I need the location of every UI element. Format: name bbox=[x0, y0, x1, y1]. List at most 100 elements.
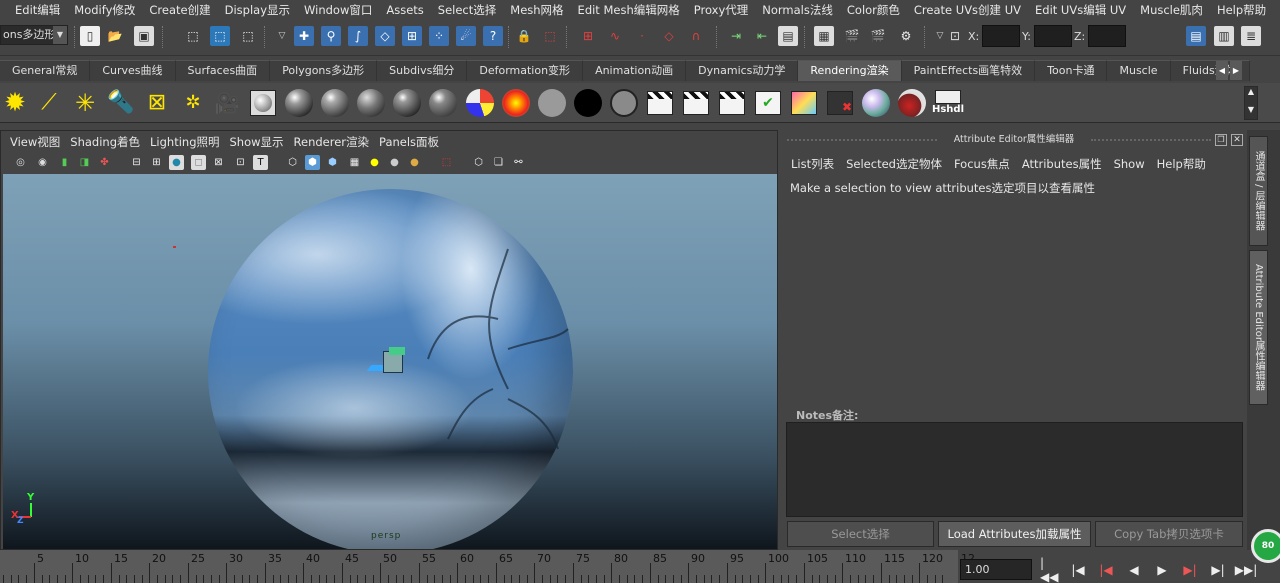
paint-brush-icon[interactable] bbox=[897, 88, 927, 118]
xray-components-icon[interactable]: ⚯ bbox=[511, 155, 526, 170]
select-by-component-icon[interactable]: ⬚ bbox=[238, 26, 258, 46]
attribute-editor-menu-item[interactable]: List列表 bbox=[785, 156, 840, 172]
menu-item[interactable]: Edit Mesh编辑网格 bbox=[571, 2, 687, 18]
select-by-object-type-icon[interactable]: ⬚ bbox=[210, 26, 230, 46]
snap-to-grid-icon[interactable]: ⊞ bbox=[578, 26, 598, 46]
high-quality-icon[interactable]: ● bbox=[407, 155, 422, 170]
ambient-light-icon[interactable]: ✹ bbox=[0, 88, 30, 118]
shelf-tab[interactable]: Dynamics动力学 bbox=[686, 60, 799, 81]
menu-item[interactable]: Create创建 bbox=[142, 2, 217, 18]
shelf-tab[interactable]: Subdivs细分 bbox=[377, 60, 468, 81]
select-curves-icon[interactable]: ∫ bbox=[348, 26, 368, 46]
time-slider[interactable]: 5 10 15 20 25 30 35 40 45 50 55 60 65 70 75 80 85 90 95 100… bbox=[0, 550, 975, 583]
snap-to-plane-icon[interactable]: ◇ bbox=[659, 26, 679, 46]
shelf-tab[interactable]: Rendering渲染 bbox=[798, 60, 902, 81]
shelf-tab[interactable]: Muscle bbox=[1107, 60, 1171, 81]
play-backwards-icon[interactable]: ◀ bbox=[1124, 561, 1144, 579]
menu-set-selector[interactable]: ons多边形 ▼ bbox=[0, 25, 68, 45]
viewport-menu-item[interactable]: Lighting照明 bbox=[145, 134, 224, 150]
close-icon[interactable]: ✕ bbox=[1231, 134, 1243, 146]
status-badge[interactable]: 80 bbox=[1251, 529, 1280, 563]
z-coordinate-field[interactable] bbox=[1088, 25, 1126, 47]
spot-light-icon[interactable]: 🔦 bbox=[106, 88, 136, 118]
attribute-editor-menu-item[interactable]: Focus焦点 bbox=[948, 156, 1016, 172]
play-forwards-icon[interactable]: ▶ bbox=[1152, 561, 1172, 579]
x-coordinate-field[interactable] bbox=[982, 25, 1020, 47]
wireframe-on-shaded-icon[interactable]: ⬢ bbox=[325, 155, 340, 170]
select-rendering-icon[interactable]: ☄ bbox=[456, 26, 476, 46]
shelf-tab[interactable]: Deformation变形 bbox=[467, 60, 584, 81]
xray-joints-icon[interactable]: ❏ bbox=[491, 155, 506, 170]
menu-item[interactable]: Muscle肌肉 bbox=[1133, 2, 1210, 18]
snap-to-curve-icon[interactable]: ∿ bbox=[605, 26, 625, 46]
field-chart-icon[interactable]: ⊡ bbox=[233, 155, 248, 170]
selected-object-icon[interactable] bbox=[366, 347, 409, 379]
perspective-viewport[interactable]: persp Y X Z bbox=[3, 174, 777, 549]
float-panel-icon[interactable]: ❐ bbox=[1215, 134, 1227, 146]
render-view-shelf-icon[interactable]: ✔ bbox=[753, 88, 783, 118]
render-view-icon[interactable]: ▦ bbox=[814, 26, 834, 46]
output-operations-icon[interactable]: ⇤ bbox=[752, 26, 772, 46]
render-current-frame-icon[interactable] bbox=[645, 88, 675, 118]
step-back-key-icon[interactable]: |◀ bbox=[1096, 561, 1116, 579]
show-attribute-editor-icon[interactable]: ▤ bbox=[1186, 26, 1206, 46]
menu-item[interactable]: Assets bbox=[379, 3, 430, 17]
shadows-icon[interactable]: ● bbox=[387, 155, 402, 170]
ipr-render-icon[interactable]: 🎬 bbox=[868, 26, 888, 46]
attribute-editor-menu-item[interactable]: Attributes属性 bbox=[1016, 156, 1108, 172]
hshd-icon[interactable]: Hshdl bbox=[932, 88, 964, 118]
open-scene-icon[interactable]: 📂 bbox=[105, 26, 125, 46]
viewport-menu-item[interactable]: Renderer渲染 bbox=[289, 134, 375, 150]
2d-pan-zoom-icon[interactable]: ✤ bbox=[97, 155, 112, 170]
smooth-shade-icon[interactable]: ⬢ bbox=[305, 155, 320, 170]
attribute-editor-tab[interactable]: Attribute Editor属性编辑器 bbox=[1249, 250, 1268, 405]
batch-render-icon[interactable]: ✖ bbox=[825, 88, 855, 118]
notes-field[interactable] bbox=[786, 422, 1243, 517]
gate-mask-icon[interactable]: ⊠ bbox=[211, 155, 226, 170]
use-background-icon[interactable] bbox=[573, 88, 603, 118]
select-camera-icon[interactable]: ◎ bbox=[13, 155, 28, 170]
select-joints-icon[interactable]: ⚲ bbox=[321, 26, 341, 46]
point-light-icon[interactable]: ✳ bbox=[70, 88, 100, 118]
select-by-hierarchy-icon[interactable]: ⬚ bbox=[183, 26, 203, 46]
viewport-menu-item[interactable]: View视图 bbox=[5, 134, 65, 150]
input-operations-icon[interactable]: ⇥ bbox=[726, 26, 746, 46]
go-to-start-icon[interactable]: |◀◀ bbox=[1040, 556, 1060, 583]
viewport-menu-item[interactable]: Shading着色 bbox=[65, 134, 145, 150]
shelf-down-icon[interactable]: ▼ bbox=[1245, 105, 1257, 115]
shader-ball-icon[interactable] bbox=[861, 88, 891, 118]
menu-item[interactable]: Window窗口 bbox=[297, 2, 379, 18]
step-forward-frame-icon[interactable]: ▶| bbox=[1208, 561, 1228, 579]
copy-tab-button[interactable]: Copy Tab拷贝选项卡 bbox=[1095, 521, 1243, 547]
shelf-tab[interactable]: Surfaces曲面 bbox=[175, 60, 271, 81]
image-plane-icon[interactable]: ◨ bbox=[77, 155, 92, 170]
go-to-end-icon[interactable]: ▶▶| bbox=[1235, 561, 1258, 579]
highlight-selection-icon[interactable]: ⬚ bbox=[540, 26, 560, 46]
mask-dropdown-icon[interactable]: ▽ bbox=[272, 26, 292, 46]
new-scene-icon[interactable]: ▯ bbox=[80, 26, 100, 46]
menu-item[interactable]: Help帮助 bbox=[1210, 2, 1273, 18]
ramp-shader-icon[interactable] bbox=[501, 88, 531, 118]
resolution-gate-icon[interactable]: ◻ bbox=[191, 155, 206, 170]
menu-item[interactable]: Edit编辑 bbox=[8, 2, 67, 18]
chevron-down-icon[interactable]: ▼ bbox=[53, 26, 67, 44]
shelf-tab[interactable]: Toon卡通 bbox=[1035, 60, 1108, 81]
menu-item[interactable]: Create UVs创建 UV bbox=[907, 2, 1028, 18]
select-dynamics-icon[interactable]: ⁘ bbox=[429, 26, 449, 46]
camera-aim-icon[interactable] bbox=[248, 88, 278, 118]
menu-item[interactable]: Mesh网格 bbox=[503, 2, 570, 18]
camera-gate-icon[interactable]: ⊟ bbox=[129, 155, 144, 170]
select-button[interactable]: Select选择 bbox=[787, 521, 934, 547]
shading-map-icon[interactable] bbox=[609, 88, 639, 118]
directional-light-icon[interactable]: ⟋ bbox=[34, 88, 64, 118]
menu-item[interactable]: Modify修改 bbox=[67, 2, 142, 18]
xray-icon[interactable]: ⬡ bbox=[471, 155, 486, 170]
phong-material-icon[interactable] bbox=[392, 88, 422, 118]
layered-shader-icon[interactable] bbox=[465, 88, 495, 118]
lock-selection-icon[interactable]: 🔒 bbox=[514, 26, 534, 46]
bookmarks-icon[interactable]: ▮ bbox=[57, 155, 72, 170]
anisotropic-material-icon[interactable] bbox=[284, 88, 314, 118]
viewport-menu-item[interactable]: Panels面板 bbox=[374, 134, 444, 150]
menu-item[interactable]: Normals法线 bbox=[755, 2, 840, 18]
attribute-editor-menu-item[interactable]: Show bbox=[1108, 157, 1151, 171]
